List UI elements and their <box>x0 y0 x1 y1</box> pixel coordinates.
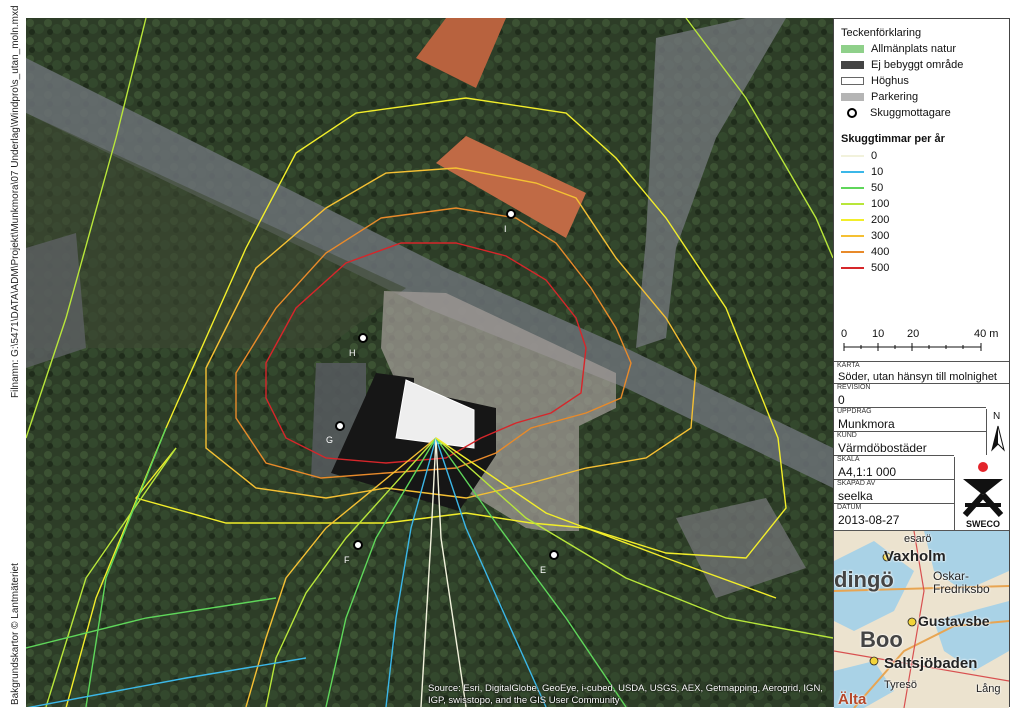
sweco-logo: SWECO <box>954 457 1011 533</box>
svg-text:F: F <box>344 555 350 565</box>
info-skapad: SKAPAD AV seelka <box>834 479 954 503</box>
legend-item-parkering: Parkering <box>841 90 918 104</box>
info-kund: KUND Värmdöbostäder <box>834 431 986 455</box>
place-saltsjobaden: Saltsjöbaden <box>884 655 978 672</box>
svg-text:0: 0 <box>841 329 847 340</box>
info-datum: DATUM 2013-08-27 <box>834 503 954 530</box>
shadow-level-10: 10 <box>841 165 883 179</box>
svg-text:10: 10 <box>872 329 884 340</box>
north-arrow: N <box>986 409 1009 455</box>
aerial-map: I H G F E <box>26 18 833 707</box>
shadow-level-200: 200 <box>841 213 889 227</box>
north-arrow-icon <box>991 425 1005 452</box>
place-oskar: Oskar- <box>933 569 969 583</box>
svg-text:20: 20 <box>907 329 919 340</box>
background-credit: Bakgrundskartor © Lantmäteriet <box>10 563 21 705</box>
info-uppdrag: UPPDRAG Munkmora <box>834 407 986 431</box>
filename-text: Filnamn: G:\5471\DATA\ADM\Projekt\Munkmo… <box>10 5 21 398</box>
shadow-level-300: 300 <box>841 229 889 243</box>
shadow-level-50: 50 <box>841 181 883 195</box>
sweco-logo-mark: SWECO <box>962 462 1004 529</box>
map-frame[interactable]: I H G F E Source: Esri, DigitalGlobe, Ge… <box>26 18 833 707</box>
shadow-level-400: 400 <box>841 245 889 259</box>
place-alta: Älta <box>838 691 867 708</box>
svg-text:E: E <box>540 565 546 575</box>
info-karta: KARTA Söder, utan hänsyn till molnighet <box>834 361 1009 383</box>
place-vaxholm: Vaxholm <box>884 548 946 565</box>
shadow-hours-title: Skuggtimmar per år <box>841 133 945 145</box>
place-tyreso: Tyresö <box>884 679 918 691</box>
legend-panel: Teckenförklaring Allmänplats natur Ej be… <box>833 18 1011 708</box>
place-lidingo: dingö <box>834 567 894 592</box>
shadow-level-500: 500 <box>841 261 889 275</box>
legend-item-skuggmottagare: Skuggmottagare <box>841 106 951 120</box>
svg-text:H: H <box>349 348 356 358</box>
place-resaro: esarö <box>904 533 932 545</box>
svg-text:G: G <box>326 435 333 445</box>
legend-item-ej-bebyggt: Ej bebyggt område <box>841 58 963 72</box>
place-boo: Boo <box>860 627 903 652</box>
svg-text:SWECO: SWECO <box>966 519 1000 529</box>
shadow-level-0: 0 <box>841 149 877 163</box>
left-margin: Filnamn: G:\5471\DATA\ADM\Projekt\Munkmo… <box>0 0 26 724</box>
svg-text:I: I <box>504 224 507 234</box>
north-label: N <box>993 411 1001 422</box>
place-lang: Lång <box>976 683 1001 695</box>
legend-item-natur: Allmänplats natur <box>841 42 956 56</box>
map-attribution: Source: Esri, DigitalGlobe, GeoEye, i-cu… <box>428 683 823 706</box>
shadow-level-100: 100 <box>841 197 889 211</box>
legend-title: Teckenförklaring <box>841 27 922 39</box>
svg-text:40 m: 40 m <box>974 329 998 340</box>
info-revision: REVISION 0 <box>834 383 1009 407</box>
place-fredriksborg: Fredriksbo <box>933 582 990 596</box>
place-gustavsberg: Gustavsbe <box>918 613 990 629</box>
receptor-point-icon <box>847 108 857 118</box>
info-skala: SKALA A4,1:1 000 <box>834 455 954 479</box>
legend-item-hoghus: Höghus <box>841 74 909 88</box>
overview-map[interactable]: Vaxholm Oskar- Fredriksbo dingö Gustavsb… <box>834 530 1009 708</box>
